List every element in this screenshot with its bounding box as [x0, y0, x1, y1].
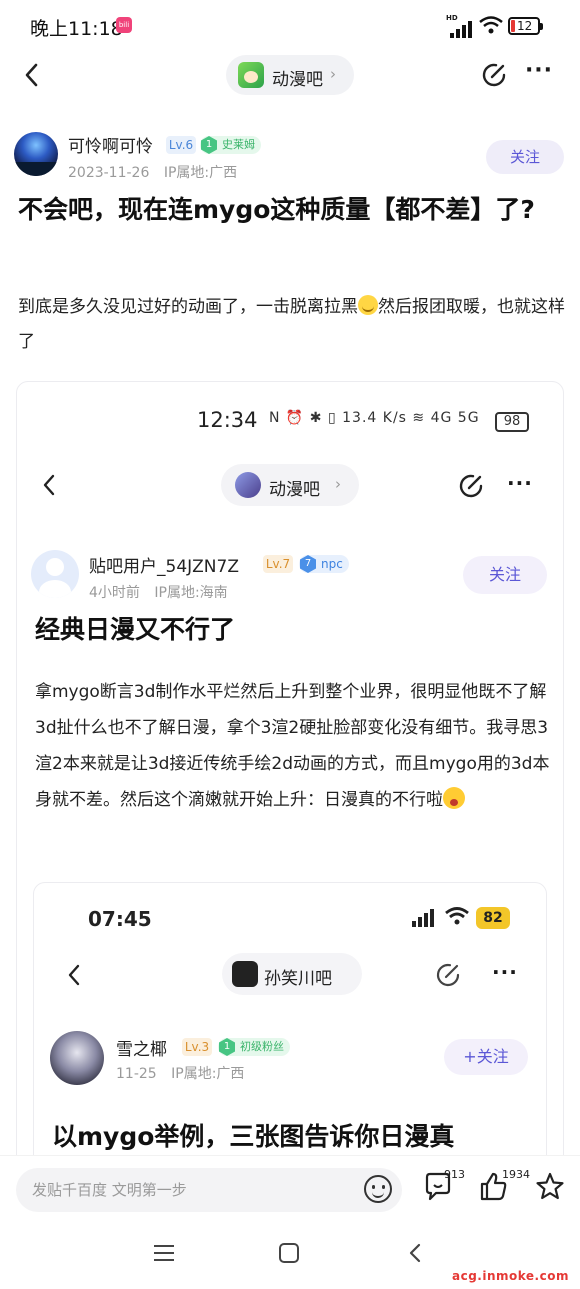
embedded-npc-badge: npc [299, 555, 349, 573]
nested-battery: 82 [476, 907, 510, 929]
bili-icon: bili [116, 17, 132, 33]
embedded-forum-pill: 动漫吧 › [221, 464, 359, 506]
forum-avatar [238, 62, 264, 88]
status-time: 晚上11:18 [30, 18, 123, 40]
author-avatar[interactable] [14, 132, 58, 176]
embedded-battery: 98 [495, 412, 529, 432]
embedded-post-body: 拿mygo断言3d制作水平烂然后上升到整个业界，很明显他既不了解3d扯什么也不了… [35, 674, 555, 818]
more-icon: ··· [507, 471, 533, 495]
more-icon: ··· [492, 960, 518, 984]
embedded-post-title: 经典日漫又不行了 [35, 615, 236, 644]
embedded-author-name: 贴吧用户_54JZN7Z [89, 557, 239, 577]
post-body: 到底是多久没见过好的动画了，一击脱离拉黑 然后报团取暖，也就这样了 [18, 290, 566, 360]
nested-post-title: 以mygo举例，三张图告诉你日漫真 [52, 1122, 455, 1151]
embedded-author-row: 贴吧用户_54JZN7Z Lv.7 npc 4小时前 IP属地:海南 关注 [17, 546, 563, 602]
wifi-icon [479, 16, 503, 34]
star-icon[interactable] [534, 1170, 566, 1204]
chevron-right-icon: › [330, 65, 336, 83]
like-count: 1934 [502, 1168, 530, 1181]
embedded-status-icons: N ⏰ ✱ ▯ 13.4 K/s ≋ 4G 5G [269, 410, 480, 426]
back-icon [68, 964, 80, 986]
embedded-level-badge: Lv.7 [263, 555, 293, 573]
signal-icon [410, 909, 436, 927]
nested-post-ip: IP属地:广西 [171, 1066, 245, 1082]
author-row: 可怜啊可怜 Lv.6 史莱姆 2023-11-26 IP属地:广西 关注 [0, 128, 580, 184]
emoji-icon[interactable] [364, 1175, 392, 1203]
system-nav-bar: acg.inmoke.com [0, 1221, 580, 1289]
forum-avatar [235, 472, 261, 498]
reply-input[interactable]: 发贴千百度 文明第一步 [16, 1168, 402, 1212]
post-title: 不会吧，现在连mygo这种质量【都不差】了? [18, 195, 535, 224]
reply-placeholder: 发贴千百度 文明第一步 [32, 1181, 187, 1199]
author-name[interactable]: 可怜啊可怜 [68, 132, 153, 157]
wifi-icon [445, 907, 469, 925]
menu-icon[interactable] [154, 1245, 174, 1261]
forum-avatar [232, 961, 258, 987]
nested-fan-badge: 初级粉丝 [218, 1038, 290, 1056]
embedded-post-meta: 4小时前 IP属地:海南 [89, 582, 228, 602]
default-avatar-icon [31, 550, 79, 598]
more-icon[interactable]: ··· [524, 60, 554, 88]
nested-screenshot: 07:45 82 孙笑川吧 ··· 雪之椰 Lv.3 初级粉丝 11-25 IP… [33, 882, 547, 1180]
nested-status-time: 07:45 [88, 907, 152, 931]
status-bar: 晚上11:18 bili HD 12 [0, 0, 580, 52]
embedded-post-ip: IP属地:海南 [154, 585, 228, 601]
embedded-screenshot[interactable]: 12:34 N ⏰ ✱ ▯ 13.4 K/s ≋ 4G 5G 98 动漫吧 › … [16, 381, 564, 1181]
embedded-post-time: 4小时前 [89, 585, 140, 601]
surprised-emoji-icon [443, 787, 465, 809]
back-icon[interactable] [20, 60, 44, 90]
top-nav: 动漫吧 › ··· [0, 52, 580, 98]
share-icon [459, 474, 483, 498]
post-body-text: 到底是多久没见过好的动画了，一击脱离拉黑 [18, 297, 358, 317]
post-date: 2023-11-26 [68, 165, 150, 181]
battery-indicator: 12 [508, 17, 543, 35]
embedded-forum-name: 动漫吧 [269, 480, 320, 500]
level-badge: Lv.6 [166, 136, 196, 154]
bottom-action-bar: 发贴千百度 文明第一步 913 1934 [0, 1155, 580, 1221]
forum-pill[interactable]: 动漫吧 › [226, 55, 354, 95]
embedded-top-nav: 动漫吧 › ··· [17, 462, 563, 508]
post-ip: IP属地:广西 [163, 165, 238, 181]
title-badge: 史莱姆 [200, 136, 261, 154]
nav-back-icon[interactable] [408, 1243, 422, 1263]
nested-post-meta: 11-25 IP属地:广西 [116, 1063, 244, 1083]
share-icon [436, 963, 460, 987]
embedded-post-body-text: 拿mygo断言3d制作水平烂然后上升到整个业界，很明显他既不了解3d扯什么也不了… [35, 682, 550, 810]
follow-button[interactable]: 关注 [486, 140, 564, 174]
nested-forum-pill: 孙笑川吧 [222, 953, 362, 995]
nested-author-avatar [50, 1031, 104, 1085]
chevron-right-icon: › [335, 475, 341, 493]
nested-post-date: 11-25 [116, 1066, 157, 1082]
share-icon[interactable] [480, 61, 508, 89]
comment-count: 913 [444, 1168, 465, 1181]
watermark: acg.inmoke.com [452, 1269, 569, 1283]
nested-level-badge: Lv.3 [182, 1038, 212, 1056]
back-icon [43, 474, 55, 496]
home-icon[interactable] [279, 1243, 299, 1263]
smile-emoji-icon [358, 295, 378, 315]
post-meta: 2023-11-26 IP属地:广西 [68, 162, 237, 182]
nested-follow-button: +关注 [444, 1039, 528, 1075]
embedded-follow-button: 关注 [463, 556, 547, 594]
nested-author-name: 雪之椰 [116, 1040, 167, 1060]
forum-name: 动漫吧 [272, 70, 323, 90]
nested-forum-name: 孙笑川吧 [264, 969, 332, 989]
signal-icon [446, 18, 472, 38]
embedded-status-time: 12:34 [197, 408, 258, 432]
